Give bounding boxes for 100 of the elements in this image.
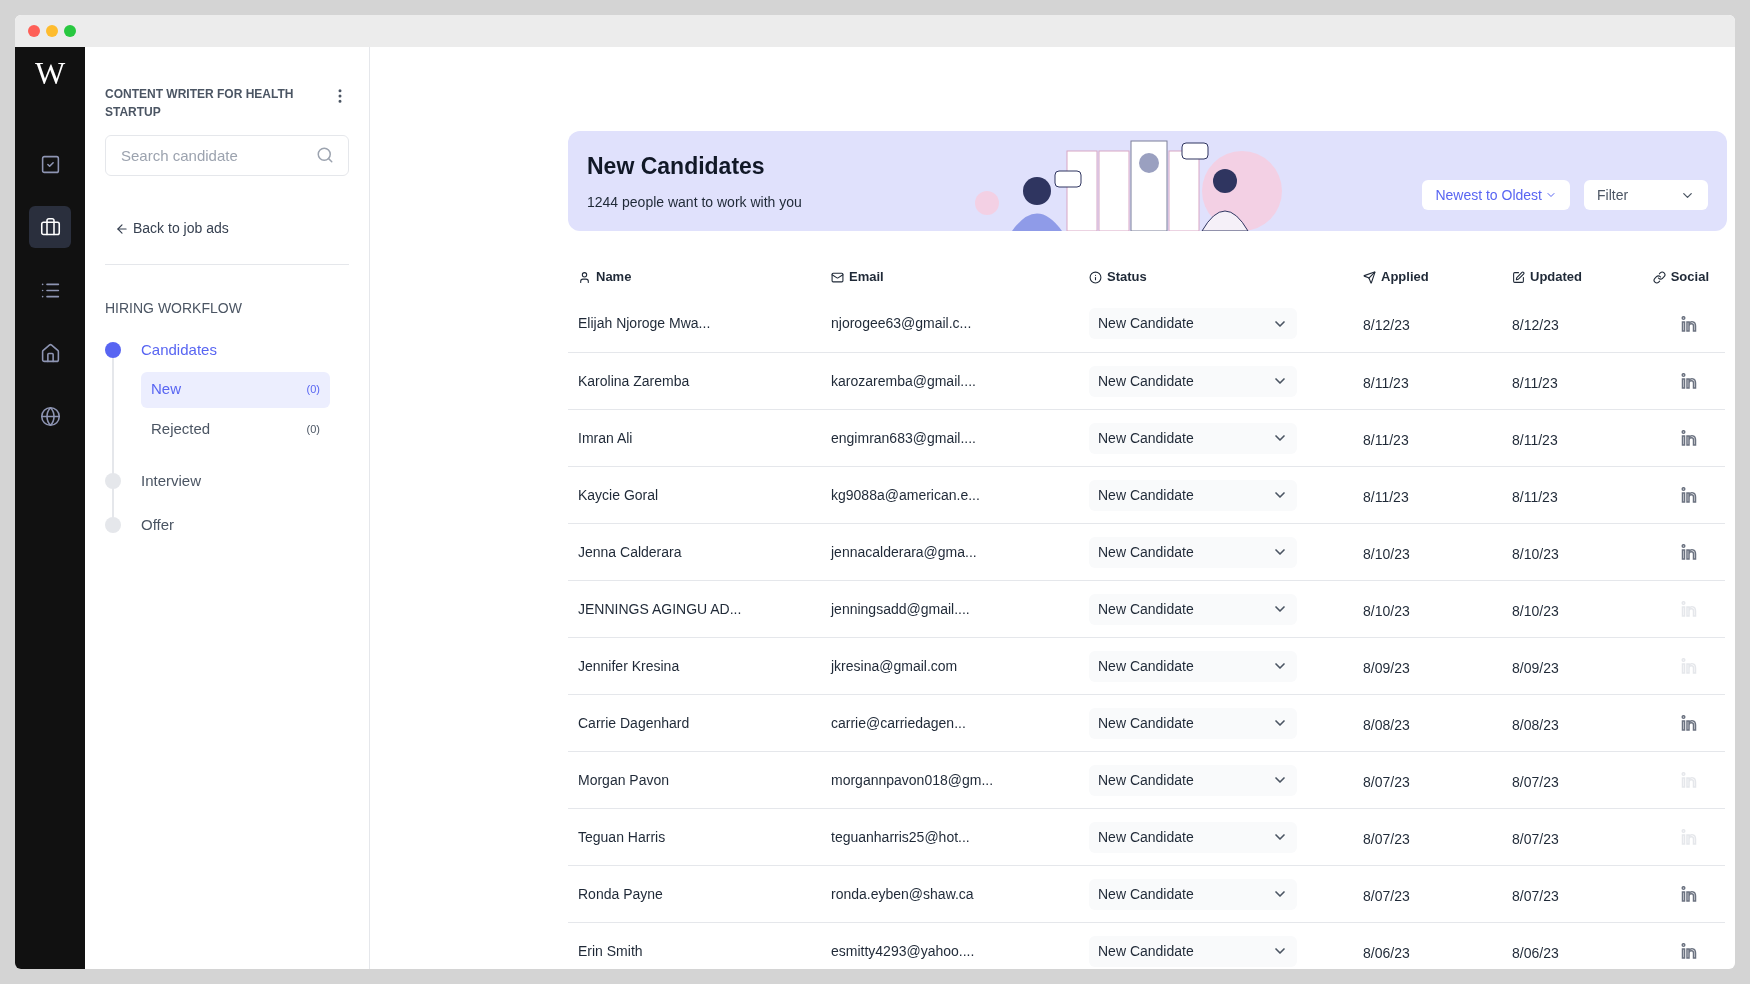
status-dropdown[interactable]: New Candidate xyxy=(1089,422,1297,454)
sort-dropdown[interactable]: Newest to Oldest xyxy=(1422,180,1570,210)
date-cell-text: 8/12/23 xyxy=(1512,316,1560,335)
globe-icon xyxy=(39,405,61,427)
info-icon xyxy=(1089,270,1102,284)
candidate-email: ronda.eyben@shaw.ca xyxy=(831,884,975,904)
social-profile-icon[interactable] xyxy=(1681,487,1699,503)
person-icon xyxy=(578,270,591,284)
social-profile-icon[interactable] xyxy=(1681,943,1699,959)
candidate-email: jenningsadd@gmail.... xyxy=(831,599,971,619)
app-logo: W xyxy=(34,57,66,89)
substep-label: Rejected xyxy=(151,419,211,440)
home-icon xyxy=(39,342,61,364)
social-profile-icon[interactable] xyxy=(1681,315,1699,332)
back-link[interactable]: Back to job ads xyxy=(115,218,349,239)
link-icon xyxy=(1652,270,1666,284)
stage-substep[interactable]: Rejected (0) xyxy=(141,411,330,448)
date-cell-text: 8/11/23 xyxy=(1363,373,1410,393)
column-header: Status xyxy=(1089,267,1363,287)
candidate-name: Jennifer Kresina xyxy=(578,656,681,676)
candidate-name: Carrie Dagenhard xyxy=(578,713,691,733)
candidate-email: morgannpavon018@gm... xyxy=(831,770,995,790)
date-cell-text: 8/07/23 xyxy=(1363,829,1411,849)
status-dropdown[interactable]: New Candidate xyxy=(1089,707,1297,739)
date-cell-text: 8/10/23 xyxy=(1363,544,1411,564)
candidate-email: kg9088a@american.e... xyxy=(831,485,981,505)
column-header: Social xyxy=(1652,267,1715,287)
candidate-email: esmitty4293@yahoo.... xyxy=(831,941,976,961)
date-cell-text: 8/11/23 xyxy=(1363,430,1410,450)
candidate-email: teguanharris25@hot... xyxy=(831,827,971,847)
checkbox-icon xyxy=(39,153,61,175)
search-icon xyxy=(316,146,334,164)
status-dropdown[interactable]: New Candidate xyxy=(1089,308,1297,339)
date-cell-text: 8/10/23 xyxy=(1512,601,1560,621)
date-cell-text: 8/11/23 xyxy=(1363,487,1410,507)
column-header: Applied xyxy=(1363,267,1512,287)
workflow-title: HIRING WORKFLOW xyxy=(105,299,243,318)
status-dropdown[interactable]: New Candidate xyxy=(1089,821,1297,853)
date-cell-text: 8/06/23 xyxy=(1363,943,1411,963)
candidate-email: engimran683@gmail.... xyxy=(831,428,977,448)
status-dropdown[interactable]: New Candidate xyxy=(1089,593,1297,625)
social-profile-icon[interactable] xyxy=(1681,715,1699,731)
column-header: Updated xyxy=(1512,267,1652,287)
status-dropdown[interactable]: New Candidate xyxy=(1089,650,1297,682)
stage-link[interactable]: Interview xyxy=(141,469,202,492)
date-cell-text: 8/06/23 xyxy=(1512,943,1560,963)
status-dropdown[interactable]: New Candidate xyxy=(1089,764,1297,796)
candidate-name: JENNINGS AGINGU AD... xyxy=(578,599,743,619)
social-profile-icon[interactable] xyxy=(1681,544,1699,560)
candidate-name: Jenna Calderara xyxy=(578,542,683,562)
filter-dropdown[interactable]: Filter xyxy=(1584,180,1708,210)
date-cell-text: 8/11/23 xyxy=(1512,487,1559,507)
candidate-name: Ronda Payne xyxy=(578,884,664,904)
mail-icon xyxy=(831,270,844,284)
substep-count: (0) xyxy=(306,382,320,398)
date-cell-text: 8/11/23 xyxy=(1512,373,1559,393)
date-cell-text: 8/10/23 xyxy=(1363,601,1411,621)
date-cell-text: 8/08/23 xyxy=(1363,715,1411,735)
send-icon xyxy=(1363,270,1376,284)
search-field[interactable]: Search candidate xyxy=(105,135,349,176)
candidate-name: Karolina Zaremba xyxy=(578,371,691,391)
substep-label: New xyxy=(151,379,181,400)
date-cell-text: 8/07/23 xyxy=(1363,772,1411,792)
column-header: Email xyxy=(831,267,1089,287)
candidate-name: Kaycie Goral xyxy=(578,485,660,505)
social-profile-icon[interactable] xyxy=(1681,430,1699,446)
date-cell-text: 8/10/23 xyxy=(1512,544,1560,564)
edit-icon xyxy=(1512,270,1525,284)
candidate-email: carrie@carriedagen... xyxy=(831,713,967,733)
candidate-name: Imran Ali xyxy=(578,428,634,448)
social-profile-icon[interactable] xyxy=(1681,373,1699,389)
status-dropdown[interactable]: New Candidate xyxy=(1089,536,1297,568)
date-cell-text: 8/07/23 xyxy=(1512,829,1560,849)
stage-substep[interactable]: New (0) xyxy=(141,371,330,408)
stage-link[interactable]: Candidates xyxy=(141,339,217,362)
date-cell-text: 8/12/23 xyxy=(1363,316,1411,335)
date-cell-text: 8/07/23 xyxy=(1512,772,1560,792)
candidate-name: Elijah Njoroge Mwa... xyxy=(578,314,712,333)
date-cell-text: 8/11/23 xyxy=(1512,430,1559,450)
date-cell-text: 8/07/23 xyxy=(1363,886,1411,906)
banner-title: New Candidates xyxy=(587,152,766,182)
close-window-button[interactable] xyxy=(28,25,40,37)
column-header: Name xyxy=(578,267,831,287)
candidate-email: njorogee63@gmail.c... xyxy=(831,314,973,333)
status-dropdown[interactable]: New Candidate xyxy=(1089,878,1297,910)
date-cell-text: 8/07/23 xyxy=(1512,886,1560,906)
date-cell-text: 8/09/23 xyxy=(1512,658,1560,678)
nav-rail-button[interactable] xyxy=(29,206,71,248)
date-cell-text: 8/08/23 xyxy=(1512,715,1560,735)
stage-link[interactable]: Offer xyxy=(141,514,175,537)
candidate-email: karozaremba@gmail.... xyxy=(831,371,977,391)
status-dropdown[interactable]: New Candidate xyxy=(1089,935,1297,967)
candidate-name: Erin Smith xyxy=(578,941,644,961)
status-dropdown[interactable]: New Candidate xyxy=(1089,365,1297,397)
banner-subtitle: 1244 people want to work with you xyxy=(587,192,803,212)
status-dropdown[interactable]: New Candidate xyxy=(1089,479,1297,511)
candidate-name: Teguan Harris xyxy=(578,827,667,847)
briefcase-icon xyxy=(39,216,61,238)
social-profile-icon[interactable] xyxy=(1681,886,1699,902)
candidate-email: jkresina@gmail.com xyxy=(831,656,959,676)
